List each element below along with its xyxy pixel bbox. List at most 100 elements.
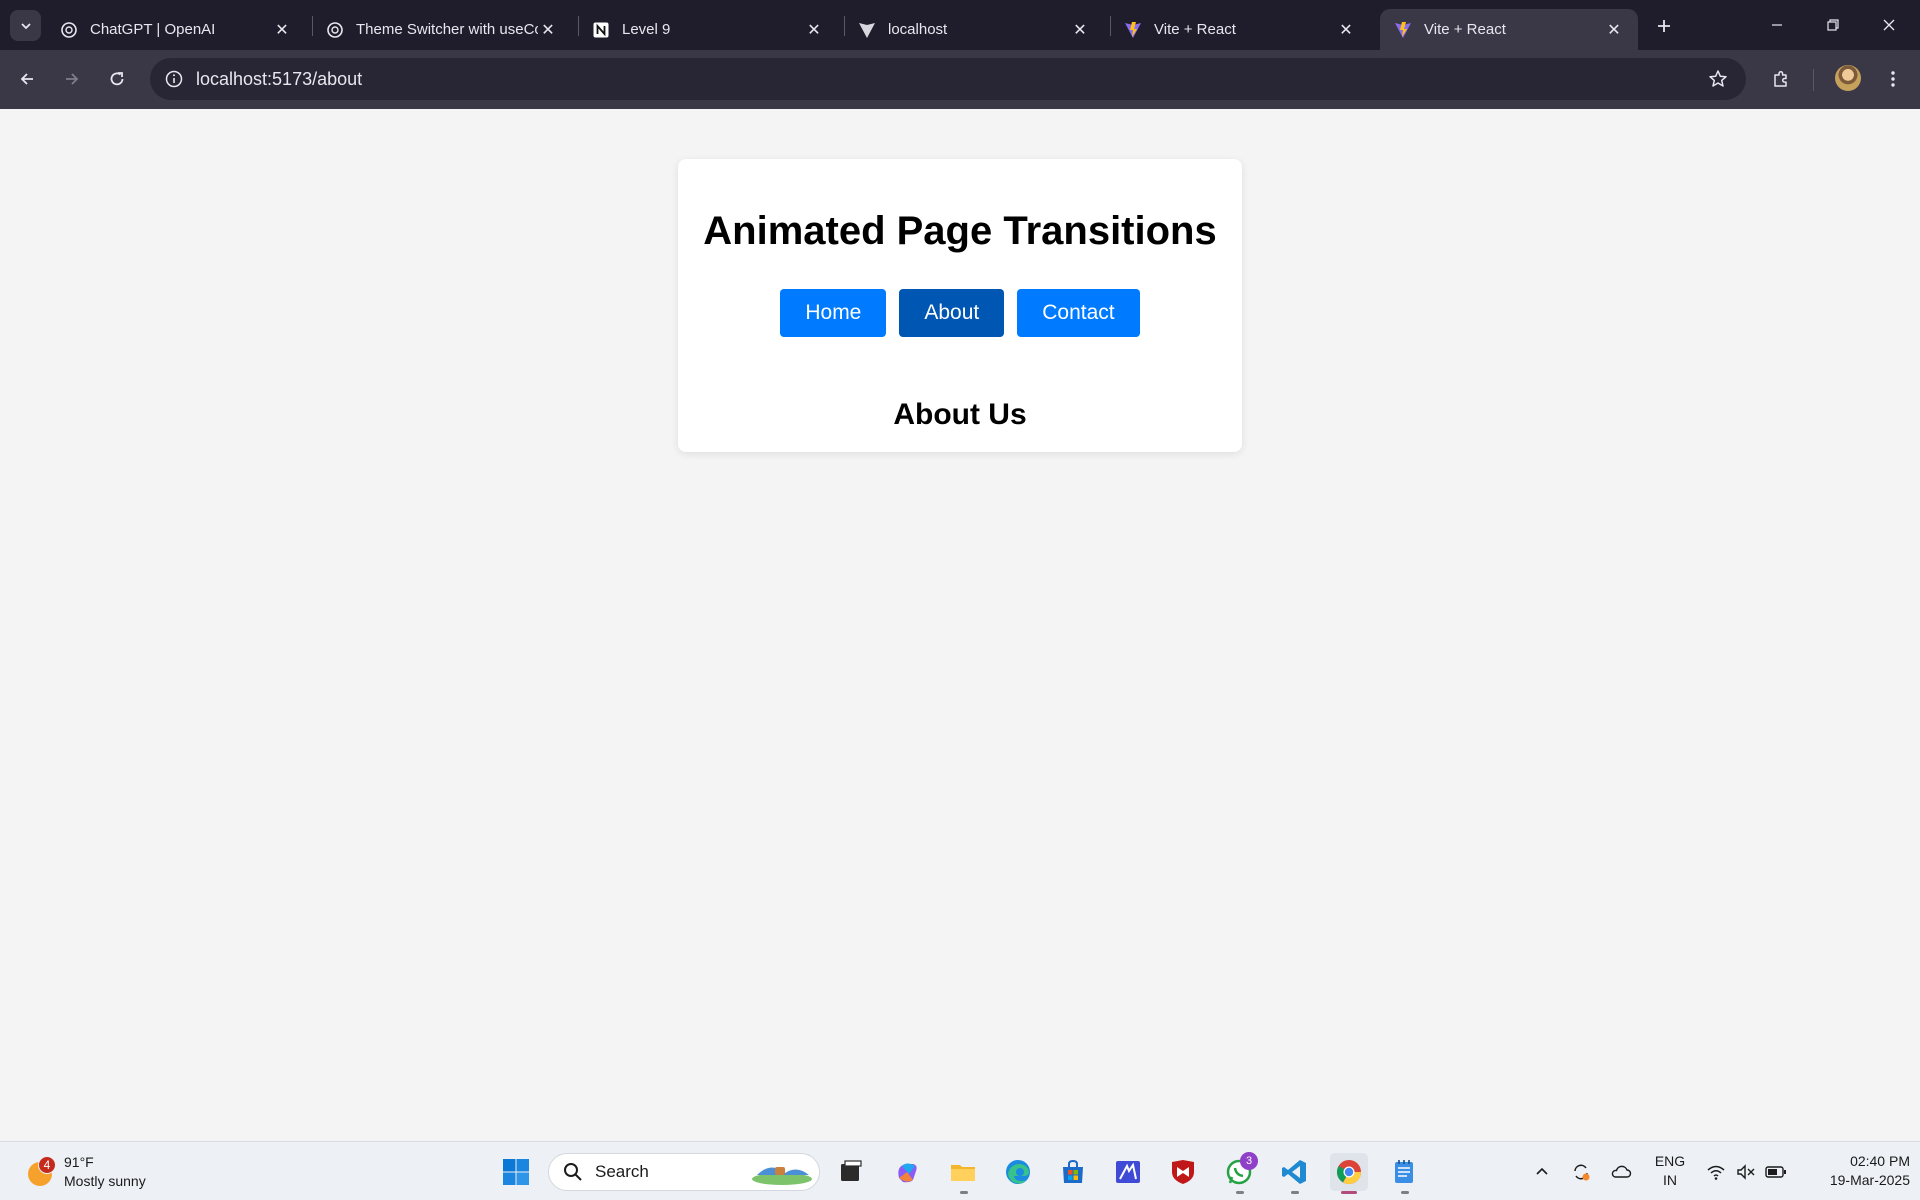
running-indicator	[960, 1191, 968, 1194]
arrow-right-icon	[66, 73, 79, 85]
browser-toolbar: localhost:5173/about	[0, 50, 1920, 109]
puzzle-icon	[1774, 70, 1787, 87]
minimize-icon	[1772, 24, 1782, 26]
nav-about-button[interactable]: About	[899, 289, 1005, 337]
browser-menu-button[interactable]	[1876, 62, 1910, 96]
reload-button[interactable]	[100, 62, 134, 96]
toolbar-divider	[1813, 69, 1814, 91]
site-info-icon[interactable]	[162, 67, 186, 91]
battery-icon[interactable]	[1763, 1142, 1789, 1200]
browser-tab[interactable]: Level 9 ✕	[578, 9, 838, 50]
restore-icon	[1827, 19, 1839, 31]
region-code: IN	[1663, 1172, 1677, 1188]
search-highlight-illustration	[752, 1167, 812, 1185]
back-button[interactable]	[10, 62, 44, 96]
more-vertical-icon	[1891, 71, 1895, 87]
bookmark-star-icon[interactable]	[1706, 67, 1730, 91]
arrow-left-icon	[20, 73, 33, 85]
microsoft-store-icon[interactable]	[1054, 1153, 1092, 1191]
forward-button[interactable]	[55, 62, 89, 96]
sun-icon: 4	[24, 1155, 56, 1188]
browser-tab[interactable]: Theme Switcher with useContext ✕	[312, 9, 572, 50]
tab-title: ChatGPT | OpenAI	[90, 21, 216, 38]
profile-avatar[interactable]	[1835, 65, 1861, 91]
page-nav: Home About Contact	[678, 289, 1242, 337]
tab-title: Theme Switcher with useContext	[356, 21, 538, 38]
section-heading: About Us	[893, 398, 1027, 431]
extensions-button[interactable]	[1764, 62, 1798, 96]
wifi-icon[interactable]	[1703, 1142, 1729, 1200]
new-tab-button[interactable]	[1650, 12, 1678, 40]
tab-search-button[interactable]	[10, 10, 41, 41]
task-view-icon[interactable]	[832, 1153, 870, 1191]
taskbar-search[interactable]: Search	[548, 1153, 820, 1191]
whatsapp-badge: 3	[1240, 1152, 1258, 1170]
language-indicator[interactable]: ENG IN	[1650, 1152, 1690, 1190]
weather-temp: 91°F	[64, 1153, 94, 1170]
browser-tab[interactable]: ChatGPT | OpenAI ✕	[46, 9, 306, 50]
system-clock[interactable]: 02:40 PM 19-Mar-2025	[1800, 1152, 1910, 1190]
close-icon[interactable]: ✕	[804, 20, 824, 40]
powerautomate-icon[interactable]	[1109, 1153, 1147, 1191]
close-icon[interactable]: ✕	[1604, 20, 1624, 40]
search-icon	[564, 1163, 582, 1181]
tab-title: Level 9	[622, 21, 671, 38]
notepad-icon[interactable]	[1385, 1153, 1423, 1191]
page-title: Animated Page Transitions	[703, 209, 1217, 253]
clock-time: 02:40 PM	[1850, 1153, 1910, 1169]
nav-contact-button[interactable]: Contact	[1017, 289, 1140, 337]
running-indicator	[1236, 1191, 1244, 1194]
file-explorer-icon[interactable]	[944, 1153, 982, 1191]
search-label: Search	[595, 1162, 649, 1181]
openai-icon	[60, 21, 78, 39]
clock-date: 19-Mar-2025	[1829, 1172, 1910, 1188]
copilot-icon[interactable]	[888, 1153, 926, 1191]
close-icon[interactable]: ✕	[1336, 20, 1356, 40]
tab-title: Vite + React	[1154, 21, 1236, 38]
reload-icon	[110, 72, 124, 86]
sync-icon[interactable]	[1567, 1142, 1595, 1200]
vite-icon	[858, 21, 876, 39]
show-hidden-icons-button[interactable]	[1528, 1142, 1556, 1200]
tab-strip: ChatGPT | OpenAI ✕ Theme Switcher with u…	[0, 0, 1920, 50]
onedrive-cloud-icon[interactable]	[1607, 1142, 1635, 1200]
chevron-up-icon	[1536, 1167, 1548, 1175]
chevron-down-icon	[20, 22, 31, 29]
weather-condition: Mostly sunny	[64, 1172, 146, 1189]
close-window-button[interactable]	[1861, 0, 1917, 50]
nav-home-button[interactable]: Home	[780, 289, 887, 337]
openai-icon	[326, 21, 344, 39]
volume-muted-icon[interactable]	[1733, 1142, 1759, 1200]
notification-badge: 4	[38, 1155, 56, 1174]
weather-widget[interactable]: 4 91°F Mostly sunny	[24, 1149, 146, 1194]
chrome-icon[interactable]	[1330, 1153, 1368, 1191]
vscode-icon[interactable]	[1275, 1153, 1313, 1191]
browser-tab[interactable]: localhost ✕	[844, 9, 1104, 50]
content-card: Animated Page Transitions Home About Con…	[678, 159, 1242, 452]
running-indicator	[1291, 1191, 1299, 1194]
close-icon[interactable]: ✕	[538, 20, 558, 40]
notion-icon	[592, 21, 610, 39]
page-viewport: Animated Page Transitions Home About Con…	[0, 109, 1920, 1141]
tab-title: Vite + React	[1424, 21, 1506, 38]
vite-icon	[1394, 21, 1412, 39]
running-indicator-active	[1341, 1191, 1357, 1194]
edge-icon[interactable]	[999, 1153, 1037, 1191]
language-code: ENG	[1654, 1153, 1686, 1169]
start-button[interactable]	[497, 1153, 535, 1191]
windows-icon	[503, 1159, 529, 1185]
plus-icon	[1658, 20, 1670, 32]
restore-button[interactable]	[1805, 0, 1861, 50]
address-bar[interactable]: localhost:5173/about	[150, 58, 1746, 100]
url-text: localhost:5173/about	[196, 69, 363, 89]
close-icon[interactable]: ✕	[1070, 20, 1090, 40]
running-indicator	[1401, 1191, 1409, 1194]
minimize-button[interactable]	[1749, 0, 1805, 50]
vite-icon	[1124, 21, 1142, 39]
mcafee-icon[interactable]	[1164, 1153, 1202, 1191]
tab-title: localhost	[888, 21, 948, 38]
browser-tab-active[interactable]: Vite + React ✕	[1380, 9, 1638, 50]
close-icon[interactable]: ✕	[272, 20, 292, 40]
browser-tab[interactable]: Vite + React ✕	[1110, 9, 1370, 50]
close-icon	[1883, 19, 1895, 31]
